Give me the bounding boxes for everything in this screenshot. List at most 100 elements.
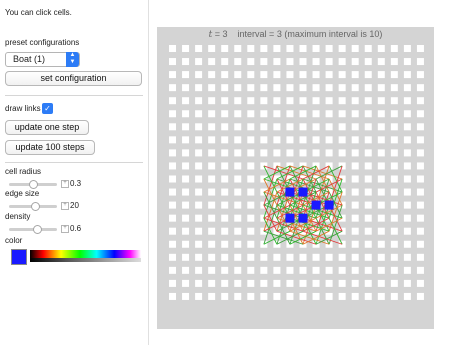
grid-cell[interactable] (169, 97, 176, 105)
grid-cell[interactable] (403, 123, 411, 131)
grid-cell[interactable] (182, 84, 190, 92)
grid-cell[interactable] (364, 71, 372, 79)
grid-cell[interactable] (351, 110, 359, 118)
grid-cell[interactable] (416, 97, 424, 105)
grid-cell[interactable] (364, 162, 372, 170)
grid-cell[interactable] (169, 188, 176, 196)
grid-cell[interactable] (403, 266, 411, 274)
grid-cell[interactable] (351, 58, 359, 66)
grid-cell[interactable] (351, 292, 359, 300)
grid-cell[interactable] (299, 45, 307, 52)
grid-cell[interactable] (364, 45, 372, 52)
grid-cell[interactable] (390, 58, 398, 66)
grid-cell[interactable] (221, 110, 229, 118)
grid-cell[interactable] (312, 84, 320, 92)
grid-cell[interactable] (338, 97, 346, 105)
grid-cell[interactable] (169, 292, 176, 300)
grid-cell[interactable] (182, 253, 190, 261)
grid-cell[interactable] (364, 175, 372, 183)
grid-cell[interactable] (416, 201, 424, 209)
grid-cell[interactable] (234, 136, 242, 144)
grid-cell[interactable] (182, 71, 190, 79)
grid-cell[interactable] (377, 227, 385, 235)
grid-cell[interactable] (364, 240, 372, 248)
grid-cell[interactable] (390, 45, 398, 52)
grid-cell[interactable] (338, 110, 346, 118)
grid-cell[interactable] (208, 292, 216, 300)
grid-cell[interactable] (416, 240, 424, 248)
grid-cell[interactable] (182, 227, 190, 235)
grid-cell[interactable] (299, 266, 307, 274)
grid-cell[interactable] (247, 149, 255, 157)
grid-cell[interactable] (273, 58, 281, 66)
grid-cell[interactable] (234, 84, 242, 92)
grid-cell[interactable] (195, 58, 203, 66)
grid-cell[interactable] (377, 149, 385, 157)
grid-cell[interactable] (208, 175, 216, 183)
grid-cell[interactable] (273, 45, 281, 52)
grid-cell[interactable] (364, 149, 372, 157)
grid-cell[interactable] (286, 71, 294, 79)
grid-cell[interactable] (377, 240, 385, 248)
grid-cell[interactable] (234, 279, 242, 287)
grid-cell[interactable] (299, 71, 307, 79)
grid-cell[interactable] (234, 201, 242, 209)
grid-cell[interactable] (390, 123, 398, 131)
grid-cell[interactable] (325, 84, 333, 92)
grid-cell[interactable] (390, 227, 398, 235)
grid-cell[interactable] (195, 188, 203, 196)
grid-cell[interactable] (208, 253, 216, 261)
grid-cell[interactable] (377, 110, 385, 118)
grid-cell[interactable] (221, 240, 229, 248)
grid-cell[interactable] (208, 188, 216, 196)
grid-cell[interactable] (195, 266, 203, 274)
grid-cell[interactable] (169, 136, 176, 144)
grid-cell[interactable] (234, 58, 242, 66)
grid-cell[interactable] (286, 97, 294, 105)
grid-cell[interactable] (299, 123, 307, 131)
grid-cell[interactable] (169, 123, 176, 131)
grid-cell[interactable] (286, 253, 294, 261)
grid-cell[interactable] (325, 149, 333, 157)
grid-cell[interactable] (247, 175, 255, 183)
grid-cell[interactable] (364, 97, 372, 105)
grid-cell[interactable] (416, 266, 424, 274)
grid-cell[interactable] (325, 97, 333, 105)
grid-cell[interactable] (390, 292, 398, 300)
grid-cell[interactable] (221, 71, 229, 79)
grid-cell[interactable] (403, 188, 411, 196)
grid-cell[interactable] (377, 71, 385, 79)
grid-cell[interactable] (416, 71, 424, 79)
grid-cell[interactable] (182, 266, 190, 274)
grid-cell[interactable] (390, 253, 398, 261)
grid-cell[interactable] (416, 123, 424, 131)
grid-cell[interactable] (364, 110, 372, 118)
grid-cell[interactable] (234, 188, 242, 196)
grid-cell[interactable] (403, 240, 411, 248)
grid-cell[interactable] (221, 188, 229, 196)
grid-cell[interactable] (221, 149, 229, 157)
grid-cell[interactable] (390, 201, 398, 209)
grid-cell[interactable] (299, 253, 307, 261)
grid-cell[interactable] (416, 188, 424, 196)
grid-cell[interactable] (234, 292, 242, 300)
grid-cell[interactable] (312, 45, 320, 52)
color-gradient-picker[interactable] (30, 250, 141, 262)
grid-cell[interactable] (299, 279, 307, 287)
grid-cell[interactable] (234, 214, 242, 222)
grid-cell[interactable] (286, 123, 294, 131)
grid-cell[interactable] (312, 149, 320, 157)
grid-cell[interactable] (416, 292, 424, 300)
grid-cell[interactable] (403, 71, 411, 79)
grid-cell[interactable] (221, 266, 229, 274)
grid-cell[interactable] (299, 136, 307, 144)
grid-cell[interactable] (195, 253, 203, 261)
grid-cell[interactable] (247, 253, 255, 261)
grid-cell[interactable] (234, 253, 242, 261)
grid-cell[interactable] (234, 266, 242, 274)
grid-cell[interactable] (338, 292, 346, 300)
grid-cell[interactable] (260, 97, 268, 105)
grid-cell[interactable] (377, 84, 385, 92)
slider-knob[interactable] (33, 225, 43, 234)
grid-cell[interactable] (377, 292, 385, 300)
